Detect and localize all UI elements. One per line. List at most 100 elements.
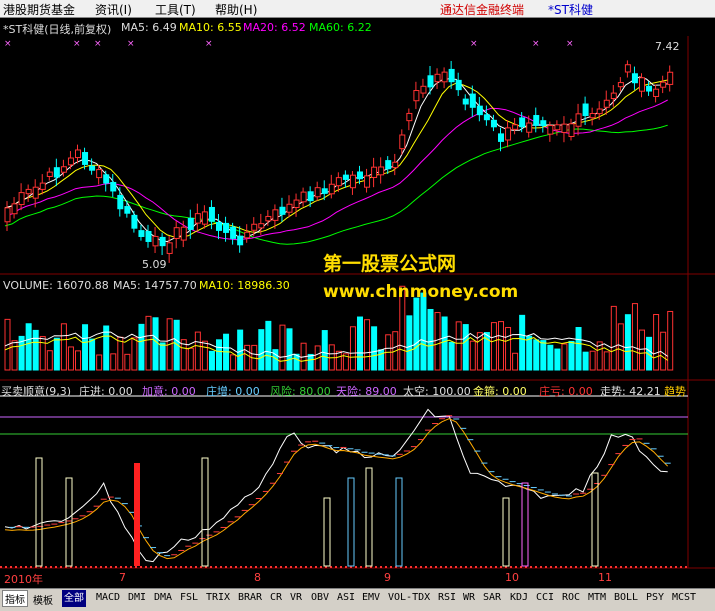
volume-bar bbox=[364, 319, 371, 371]
tab-psy[interactable]: PSY bbox=[646, 592, 664, 603]
candle bbox=[159, 236, 166, 247]
volume-bar bbox=[653, 314, 660, 371]
menu-item-help[interactable]: 帮助(H) bbox=[215, 1, 257, 18]
date-label: 2010年 bbox=[4, 573, 43, 586]
candle bbox=[300, 191, 307, 203]
tab-cci[interactable]: CCI bbox=[536, 592, 554, 603]
tab-cr[interactable]: CR bbox=[270, 592, 282, 603]
candle bbox=[145, 230, 152, 242]
volume-bar bbox=[279, 324, 286, 371]
indicator-value: 太空: 100.00 bbox=[403, 385, 471, 398]
tab-asi[interactable]: ASI bbox=[337, 592, 355, 603]
candle bbox=[223, 222, 230, 233]
signal-bar bbox=[323, 497, 331, 567]
tab-rsi[interactable]: RSI bbox=[438, 592, 456, 603]
candle bbox=[237, 235, 244, 246]
volume-bar bbox=[413, 297, 420, 371]
menu-item-hk-futures[interactable]: 港股期货基金 bbox=[3, 1, 75, 18]
tab-fsl[interactable]: FSL bbox=[180, 592, 198, 603]
ma5-line bbox=[4, 76, 668, 243]
tab-vr[interactable]: VR bbox=[290, 592, 302, 603]
tab-brar[interactable]: BRAR bbox=[238, 592, 262, 603]
candle bbox=[46, 171, 53, 177]
candle bbox=[230, 226, 237, 239]
tab-dma[interactable]: DMA bbox=[154, 592, 172, 603]
tab-roc[interactable]: ROC bbox=[562, 592, 580, 603]
candle bbox=[434, 73, 441, 83]
candle bbox=[82, 152, 89, 165]
tab-macd[interactable]: MACD bbox=[96, 592, 120, 603]
signal-bar bbox=[65, 477, 73, 567]
volume-bar bbox=[610, 305, 617, 371]
tab-mcst[interactable]: MCST bbox=[672, 592, 696, 603]
candle bbox=[561, 123, 568, 133]
candle bbox=[328, 183, 335, 195]
star-marker: × bbox=[127, 39, 135, 49]
candle bbox=[575, 113, 582, 127]
volume-bar bbox=[208, 350, 215, 371]
tab-kdj[interactable]: KDJ bbox=[510, 592, 528, 603]
candle bbox=[286, 203, 293, 213]
volume-bar bbox=[631, 303, 638, 371]
candle bbox=[32, 186, 39, 199]
volume-bar bbox=[519, 314, 526, 371]
volume-bar bbox=[159, 342, 166, 371]
candle bbox=[335, 177, 342, 187]
candle bbox=[173, 227, 180, 239]
candle bbox=[357, 171, 363, 180]
trend-line bbox=[4, 408, 668, 563]
volume-bar bbox=[32, 329, 39, 371]
star-marker: × bbox=[470, 39, 478, 49]
candle bbox=[490, 119, 497, 128]
candle bbox=[321, 188, 328, 194]
candle bbox=[18, 192, 25, 206]
tab-dmi[interactable]: DMI bbox=[128, 592, 146, 603]
volume-bar bbox=[639, 329, 645, 371]
signal-bar bbox=[35, 457, 43, 567]
indicator-value: 庄进: 0.00 bbox=[79, 385, 133, 398]
tab-emv[interactable]: EMV bbox=[362, 592, 380, 603]
candle bbox=[653, 88, 660, 97]
candle bbox=[533, 115, 540, 126]
tab-all[interactable]: 全部 bbox=[62, 590, 86, 607]
tab-sar[interactable]: SAR bbox=[483, 592, 501, 603]
menu-item-info[interactable]: 资讯(I) bbox=[95, 1, 132, 18]
indicator-value: 趋势 bbox=[664, 385, 686, 398]
tab-boll[interactable]: BOLL bbox=[614, 592, 638, 603]
candle bbox=[166, 242, 173, 254]
volume-bar bbox=[110, 353, 117, 371]
menu-item-tools[interactable]: 工具(T) bbox=[155, 1, 196, 18]
date-label: 7 bbox=[119, 571, 126, 584]
star-marker: × bbox=[205, 39, 213, 49]
candle bbox=[455, 79, 462, 91]
tab-trix[interactable]: TRIX bbox=[206, 592, 230, 603]
tab-mtm[interactable]: MTM bbox=[588, 592, 606, 603]
watermark-title: 第一股票公式网 bbox=[323, 253, 457, 275]
volume-bar bbox=[265, 320, 272, 371]
tab-vol-tdx[interactable]: VOL-TDX bbox=[388, 592, 430, 603]
candle bbox=[265, 215, 272, 222]
watermark-url: www.chnmoney.com bbox=[323, 282, 519, 302]
candle bbox=[89, 165, 96, 171]
chart-canvas[interactable]: × × × × × × × × bbox=[0, 18, 715, 588]
candle bbox=[53, 167, 60, 178]
ma10-label: MA10: 6.55 bbox=[179, 21, 242, 34]
candle bbox=[512, 124, 519, 130]
volume-bar bbox=[201, 340, 208, 371]
candle bbox=[420, 85, 427, 94]
tab-indicator[interactable]: 指标 bbox=[2, 590, 28, 607]
candle bbox=[448, 68, 455, 83]
candle bbox=[208, 206, 215, 222]
volume-bar bbox=[469, 340, 476, 371]
candle bbox=[639, 77, 645, 92]
tab-obv[interactable]: OBV bbox=[311, 592, 329, 603]
tab-wr[interactable]: WR bbox=[463, 592, 475, 603]
candle bbox=[371, 166, 378, 178]
chart-area[interactable]: × × × × × × × × *ST科健(日线,前复权) MA5: 6.49 MA10: 6… bbox=[0, 18, 715, 588]
tab-template[interactable]: 模板 bbox=[33, 592, 53, 607]
volume-bar bbox=[237, 329, 244, 371]
volume-bar bbox=[420, 292, 427, 371]
candle bbox=[469, 93, 476, 108]
candle bbox=[201, 211, 208, 225]
candle bbox=[110, 181, 117, 192]
